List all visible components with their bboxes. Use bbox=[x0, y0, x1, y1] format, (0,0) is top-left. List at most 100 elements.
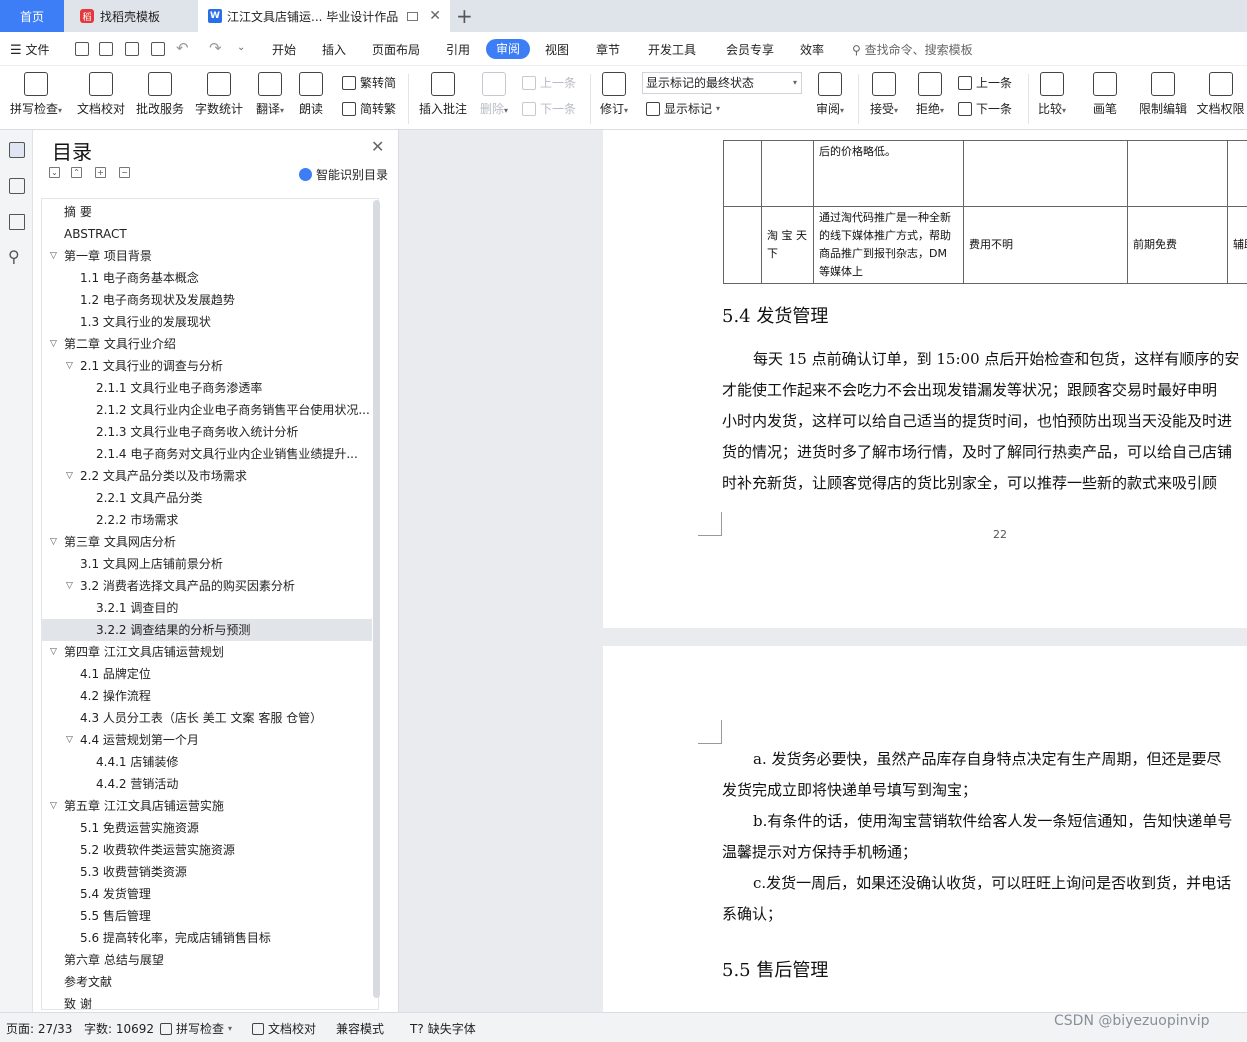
status-doc-proof[interactable]: 文档校对 bbox=[252, 1020, 316, 1037]
print-icon[interactable] bbox=[125, 42, 139, 56]
prev-change-button[interactable]: 上一条 bbox=[958, 74, 1012, 91]
toc-item[interactable]: 5.4 发货管理 bbox=[42, 883, 372, 905]
chevron-down-icon[interactable]: ▽ bbox=[66, 729, 73, 751]
menu-page-layout[interactable]: 页面布局 bbox=[372, 41, 420, 58]
simp-to-trad-button[interactable]: 简转繁 bbox=[342, 100, 396, 117]
delete-comment-button[interactable]: 删除▾ bbox=[476, 72, 512, 117]
toc-item[interactable]: 参考文献 bbox=[42, 971, 372, 993]
track-changes-button[interactable]: 修订▾ bbox=[596, 72, 632, 117]
new-tab-button[interactable]: + bbox=[456, 4, 473, 28]
toc-item[interactable]: 5.1 免费运营实施资源 bbox=[42, 817, 372, 839]
tab-home[interactable]: 首页 bbox=[0, 0, 64, 32]
toc-item[interactable]: 4.1 品牌定位 bbox=[42, 663, 372, 685]
toc-item[interactable]: 4.4.2 营销活动 bbox=[42, 773, 372, 795]
toc-item[interactable]: ▽ 第五章 江江文具店铺运营实施 bbox=[42, 795, 372, 817]
toc-item[interactable]: 2.1.4 电子商务对文具行业内企业销售业绩提升... bbox=[42, 443, 372, 465]
read-aloud-button[interactable]: 朗读 bbox=[296, 72, 326, 117]
trad-to-simp-button[interactable]: 繁转简 bbox=[342, 74, 396, 91]
next-change-button[interactable]: 下一条 bbox=[958, 100, 1012, 117]
word-count-indicator[interactable]: 字数: 10692 bbox=[84, 1020, 154, 1037]
redo-icon[interactable]: ↷ bbox=[209, 39, 222, 57]
toc-item[interactable]: 2.2.1 文具产品分类 bbox=[42, 487, 372, 509]
page-indicator[interactable]: 页面: 27/33 bbox=[6, 1020, 72, 1037]
chapter-nav-icon[interactable] bbox=[9, 178, 25, 194]
prev-comment-button[interactable]: 上一条 bbox=[522, 74, 576, 91]
menu-chapter[interactable]: 章节 bbox=[596, 41, 620, 58]
toc-item[interactable]: ▽ 第四章 江江文具店铺运营规划 bbox=[42, 641, 372, 663]
expand-up-icon[interactable]: ⌃ bbox=[71, 167, 82, 178]
menu-reference[interactable]: 引用 bbox=[446, 41, 470, 58]
menu-insert[interactable]: 插入 bbox=[322, 41, 346, 58]
batch-service-button[interactable]: 批改服务 bbox=[133, 72, 187, 117]
status-spell-check[interactable]: 拼写检查 ▾ bbox=[160, 1020, 232, 1037]
toc-item[interactable]: ▽ 第三章 文具网店分析 bbox=[42, 531, 372, 553]
save-icon[interactable] bbox=[75, 42, 89, 56]
toc-item[interactable]: 致 谢 bbox=[42, 993, 372, 1009]
menu-start[interactable]: 开始 bbox=[272, 41, 296, 58]
toc-item[interactable]: ▽ 第一章 项目背景 bbox=[42, 245, 372, 267]
toc-item[interactable]: 2.1.3 文具行业电子商务收入统计分析 bbox=[42, 421, 372, 443]
menu-review[interactable]: 审阅 bbox=[486, 39, 530, 59]
toc-item[interactable]: ▽ 4.4 运营规划第一个月 bbox=[42, 729, 372, 751]
toc-item[interactable]: 1.3 文具行业的发展现状 bbox=[42, 311, 372, 333]
tab-document[interactable]: W 江江文具店铺运... 毕业设计作品 ✕ bbox=[198, 0, 450, 32]
markup-state-select[interactable]: 显示标记的最终状态 ▾ bbox=[642, 72, 802, 94]
toc-item[interactable]: ABSTRACT bbox=[42, 223, 372, 245]
chevron-down-icon[interactable]: ▽ bbox=[50, 333, 57, 355]
missing-font-button[interactable]: T? 缺失字体 bbox=[410, 1020, 476, 1037]
toc-item[interactable]: 5.3 收费营销类资源 bbox=[42, 861, 372, 883]
toc-item[interactable]: 4.3 人员分工表（店长 美工 文案 客服 仓管） bbox=[42, 707, 372, 729]
chevron-down-icon[interactable]: ▽ bbox=[50, 795, 57, 817]
add-heading-icon[interactable]: + bbox=[95, 167, 106, 178]
toc-item[interactable]: 5.5 售后管理 bbox=[42, 905, 372, 927]
spell-check-button[interactable]: 拼写检查▾ bbox=[6, 72, 66, 117]
toc-item[interactable]: ▽ 3.2 消费者选择文具产品的购买因素分析 bbox=[42, 575, 372, 597]
pen-button[interactable]: 画笔 bbox=[1088, 72, 1122, 117]
close-icon[interactable]: ✕ bbox=[371, 137, 384, 156]
toc-item[interactable]: ▽ 第二章 文具行业介绍 bbox=[42, 333, 372, 355]
file-menu[interactable]: ☰ 文件 bbox=[10, 41, 50, 58]
chevron-down-icon[interactable]: ▽ bbox=[50, 245, 57, 267]
toc-item[interactable]: 第六章 总结与展望 bbox=[42, 949, 372, 971]
chevron-down-icon[interactable]: ▽ bbox=[66, 575, 73, 597]
toc-item[interactable]: ▽ 2.1 文具行业的调查与分析 bbox=[42, 355, 372, 377]
toc-item[interactable]: 摘 要 bbox=[42, 201, 372, 223]
review-pane-button[interactable]: 审阅▾ bbox=[812, 72, 848, 117]
doc-permission-button[interactable]: 文档权限 bbox=[1194, 72, 1247, 117]
menu-member[interactable]: 会员专享 bbox=[726, 41, 774, 58]
chevron-down-icon[interactable]: ▽ bbox=[50, 641, 57, 663]
compare-button[interactable]: 比较▾ bbox=[1034, 72, 1070, 117]
toc-panel-icon[interactable] bbox=[9, 142, 25, 158]
toc-item[interactable]: 3.2.2 调查结果的分析与预测 bbox=[42, 619, 372, 641]
toc-item[interactable]: 1.2 电子商务现状及发展趋势 bbox=[42, 289, 372, 311]
undo-icon[interactable]: ↶ bbox=[176, 39, 189, 57]
toc-item[interactable]: 1.1 电子商务基本概念 bbox=[42, 267, 372, 289]
chevron-down-icon[interactable]: ▽ bbox=[66, 465, 73, 487]
toc-item[interactable]: 5.6 提高转化率，完成店铺销售目标 bbox=[42, 927, 372, 949]
toc-item[interactable]: 5.2 收费软件类运营实施资源 bbox=[42, 839, 372, 861]
toc-item[interactable]: 4.4.1 店铺装修 bbox=[42, 751, 372, 773]
remove-heading-icon[interactable]: − bbox=[119, 167, 130, 178]
tab-template[interactable]: 稻 找稻壳模板 bbox=[68, 0, 194, 32]
menu-developer[interactable]: 开发工具 bbox=[648, 41, 696, 58]
menu-view[interactable]: 视图 bbox=[545, 41, 569, 58]
print-preview-icon[interactable] bbox=[151, 42, 165, 56]
search-icon[interactable]: ⚲ bbox=[8, 247, 20, 266]
menu-efficiency[interactable]: 效率 bbox=[800, 41, 824, 58]
collapse-all-icon[interactable]: ⌄ bbox=[49, 167, 60, 178]
command-search[interactable]: ⚲ 查找命令、搜索模板 bbox=[852, 41, 973, 58]
restrict-edit-button[interactable]: 限制编辑 bbox=[1136, 72, 1190, 117]
toc-item[interactable]: ▽ 2.2 文具产品分类以及市场需求 bbox=[42, 465, 372, 487]
toc-item[interactable]: 3.1 文具网上店铺前景分析 bbox=[42, 553, 372, 575]
word-count-button[interactable]: 字数统计 bbox=[192, 72, 246, 117]
translate-button[interactable]: 翻译▾ bbox=[252, 72, 288, 117]
reject-button[interactable]: 拒绝▾ bbox=[912, 72, 948, 117]
toc-item[interactable]: 4.2 操作流程 bbox=[42, 685, 372, 707]
accept-button[interactable]: 接受▾ bbox=[866, 72, 902, 117]
toc-item[interactable]: 3.2.1 调查目的 bbox=[42, 597, 372, 619]
export-pdf-icon[interactable] bbox=[99, 42, 113, 56]
toc-scrollbar[interactable] bbox=[373, 200, 380, 998]
chevron-down-icon[interactable]: ▽ bbox=[66, 355, 73, 377]
quick-access-dropdown-icon[interactable]: ⌄ bbox=[237, 42, 245, 53]
tab-screen-icon[interactable] bbox=[407, 11, 419, 21]
